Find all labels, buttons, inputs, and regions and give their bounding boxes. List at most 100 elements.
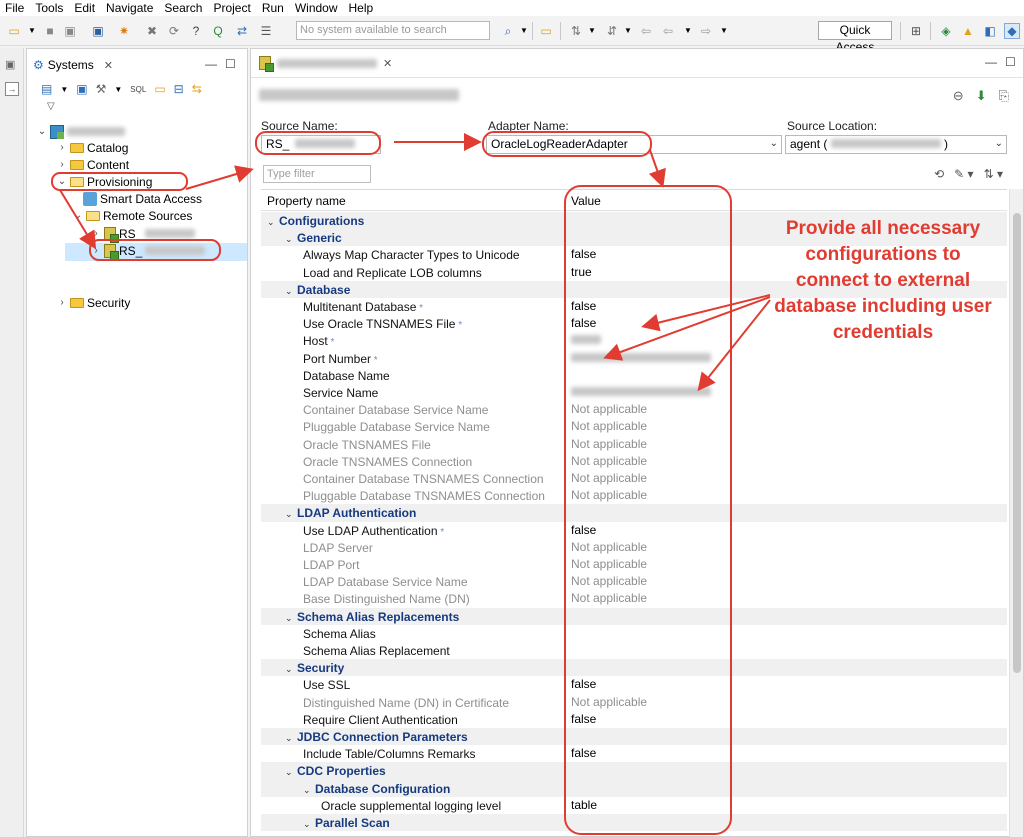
systems-tab[interactable]: ⚙ Systems ✕	[33, 55, 113, 75]
restore-icon[interactable]: ▣	[5, 58, 15, 71]
property-row[interactable]: Oracle TNSNAMES File Not applicable	[261, 435, 1007, 453]
refresh-icon[interactable]: ⊖	[953, 88, 964, 104]
property-row[interactable]: Schema Alias	[261, 624, 1007, 642]
property-category-row[interactable]: ⌄ Parallel Scan	[261, 814, 1007, 832]
run-icon[interactable]: ✷	[116, 23, 132, 39]
tree-node-security[interactable]: › Security	[57, 294, 130, 311]
menu-help[interactable]: Help	[344, 1, 380, 15]
property-value[interactable]	[567, 366, 977, 383]
expanded-icon[interactable]: ⌄	[73, 210, 83, 221]
property-row[interactable]: Use SSL false	[261, 676, 1007, 693]
tree-node-content[interactable]: › Content	[57, 156, 129, 173]
perspective-admin-icon[interactable]: ◈	[938, 23, 954, 39]
property-value[interactable]: false	[567, 745, 977, 762]
expanded-icon[interactable]: ⌄	[285, 506, 297, 522]
sort-icon[interactable]: ✎ ▾	[954, 167, 973, 181]
quick-access-button[interactable]: Quick Access	[818, 21, 892, 54]
tree-node-smart-data-access[interactable]: Smart Data Access	[83, 190, 202, 207]
expanded-icon[interactable]: ⌄	[285, 730, 297, 746]
tree-node-catalog[interactable]: › Catalog	[57, 139, 128, 156]
search-icon[interactable]: ⌕	[500, 23, 516, 39]
menu-run[interactable]: Run	[257, 1, 290, 15]
tree-node-system[interactable]: ⌄	[37, 123, 125, 140]
refresh-icon[interactable]: ⟳	[166, 23, 182, 39]
add-system-icon[interactable]: ▤	[41, 82, 52, 96]
next-dropdown-icon[interactable]: ▼	[620, 23, 636, 39]
annotation-icon[interactable]: ⇅	[568, 23, 584, 39]
property-row[interactable]: Distinguished Name (DN) in Certificate No…	[261, 693, 1007, 711]
property-row[interactable]: Schema Alias Replacement	[261, 642, 1007, 659]
tree-node-remote-source-1[interactable]: › RS_	[91, 225, 196, 243]
maximize-icon[interactable]: ☐	[1005, 55, 1016, 69]
tools-dropdown-icon[interactable]: ▼	[114, 85, 122, 94]
property-row[interactable]: Use LDAP Authentication * false	[261, 521, 1007, 539]
open-perspective-icon[interactable]: ⊞	[908, 23, 924, 39]
property-row[interactable]: LDAP Database Service Name Not applicable	[261, 573, 1007, 590]
sql-console-icon[interactable]: ▣	[76, 82, 87, 96]
expanded-icon[interactable]: ⌄	[57, 176, 67, 187]
expanded-icon[interactable]: ⌄	[285, 661, 297, 677]
value-column-header[interactable]: Value	[571, 194, 601, 208]
console-icon[interactable]: ▣	[90, 23, 106, 39]
property-name-column-header[interactable]: Property name	[267, 194, 346, 208]
systems-trim-icon[interactable]: →	[5, 82, 19, 96]
save-icon[interactable]: ■	[42, 23, 58, 39]
property-category-row[interactable]: ⌄ Security	[261, 659, 1007, 677]
property-row[interactable]: Database Name	[261, 366, 1007, 384]
expanded-icon[interactable]: ⌄	[267, 214, 279, 230]
expanded-icon[interactable]: ⌄	[37, 126, 47, 137]
property-category-row[interactable]: ⌄ CDC Properties	[261, 762, 1007, 780]
property-row[interactable]: LDAP Server Not applicable	[261, 538, 1007, 556]
expanded-icon[interactable]: ⌄	[303, 782, 315, 798]
property-category-row[interactable]: ⌄ JDBC Connection Parameters	[261, 728, 1007, 746]
save-remote-source-icon[interactable]: ⬇	[976, 88, 987, 104]
property-row[interactable]: Oracle TNSNAMES Connection Not applicable	[261, 452, 1007, 470]
show-advanced-icon[interactable]: ⟲	[934, 167, 944, 181]
expanded-icon[interactable]: ⌄	[285, 610, 297, 626]
add-system-dropdown-icon[interactable]: ▼	[60, 85, 68, 94]
adapter-name-select[interactable]: OracleLogReaderAdapter ⌄	[486, 135, 782, 154]
property-row[interactable]: Include Table/Columns Remarks false	[261, 745, 1007, 762]
menu-window[interactable]: Window	[290, 1, 344, 15]
property-value[interactable]	[567, 624, 977, 641]
tree-node-provisioning[interactable]: ⌄ Provisioning	[57, 173, 153, 190]
search-dropdown-icon[interactable]: ▼	[516, 23, 532, 39]
property-value[interactable]	[567, 642, 977, 658]
open-folder-icon[interactable]: ▭	[538, 23, 554, 39]
forward-dropdown-icon[interactable]: ▼	[716, 23, 732, 39]
menu-navigate[interactable]: Navigate	[101, 1, 159, 15]
source-name-field[interactable]: RS_	[261, 135, 381, 154]
collapsed-icon[interactable]: ›	[57, 142, 67, 153]
property-row[interactable]: Base Distinguished Name (DN) Not applicab…	[261, 590, 1007, 607]
property-row[interactable]: Port Number *	[261, 349, 1007, 367]
collapse-all-icon[interactable]: ⊟	[174, 82, 184, 96]
system-search-input[interactable]: No system available to search	[296, 21, 490, 40]
menu-file[interactable]: File	[0, 1, 30, 15]
property-row[interactable]: Oracle supplemental logging level table	[261, 796, 1007, 814]
perspective-active-icon[interactable]: ◆	[1004, 23, 1020, 39]
export-icon[interactable]: ⎘	[999, 88, 1009, 104]
property-value[interactable]: table	[567, 796, 977, 813]
sql-icon[interactable]: SQL	[130, 85, 146, 94]
source-location-select[interactable]: agent ( ) ⌄	[785, 135, 1007, 154]
sync-icon[interactable]: ⇄	[234, 23, 250, 39]
close-icon[interactable]: ✕	[383, 57, 392, 70]
minimize-icon[interactable]: —	[985, 55, 997, 69]
property-row[interactable]: Pluggable Database TNSNAMES Connection No…	[261, 487, 1007, 504]
property-row[interactable]: Pluggable Database Service Name Not appli…	[261, 418, 1007, 435]
scrollbar-thumb[interactable]	[1013, 213, 1021, 673]
property-value[interactable]	[567, 349, 977, 366]
property-value[interactable]	[567, 384, 977, 400]
property-category-row[interactable]: ⌄ Schema Alias Replacements	[261, 607, 1007, 626]
menu-search[interactable]: Search	[159, 1, 208, 15]
tree-node-remote-sources[interactable]: ⌄ Remote Sources	[73, 207, 193, 224]
property-filter-input[interactable]: Type filter	[263, 165, 371, 183]
property-row[interactable]: Container Database Service Name Not appli…	[261, 401, 1007, 418]
close-icon[interactable]: ✕	[104, 59, 113, 72]
open-icon[interactable]: ▭	[154, 82, 165, 96]
forward-icon[interactable]: ⇨	[698, 23, 714, 39]
perspective-dev-icon[interactable]: ◧	[982, 23, 998, 39]
outline-icon[interactable]: ☰	[258, 23, 274, 39]
property-category-row[interactable]: ⌄ LDAP Authentication	[261, 504, 1007, 522]
property-category-row[interactable]: ⌄ Database Configuration	[261, 779, 1007, 798]
